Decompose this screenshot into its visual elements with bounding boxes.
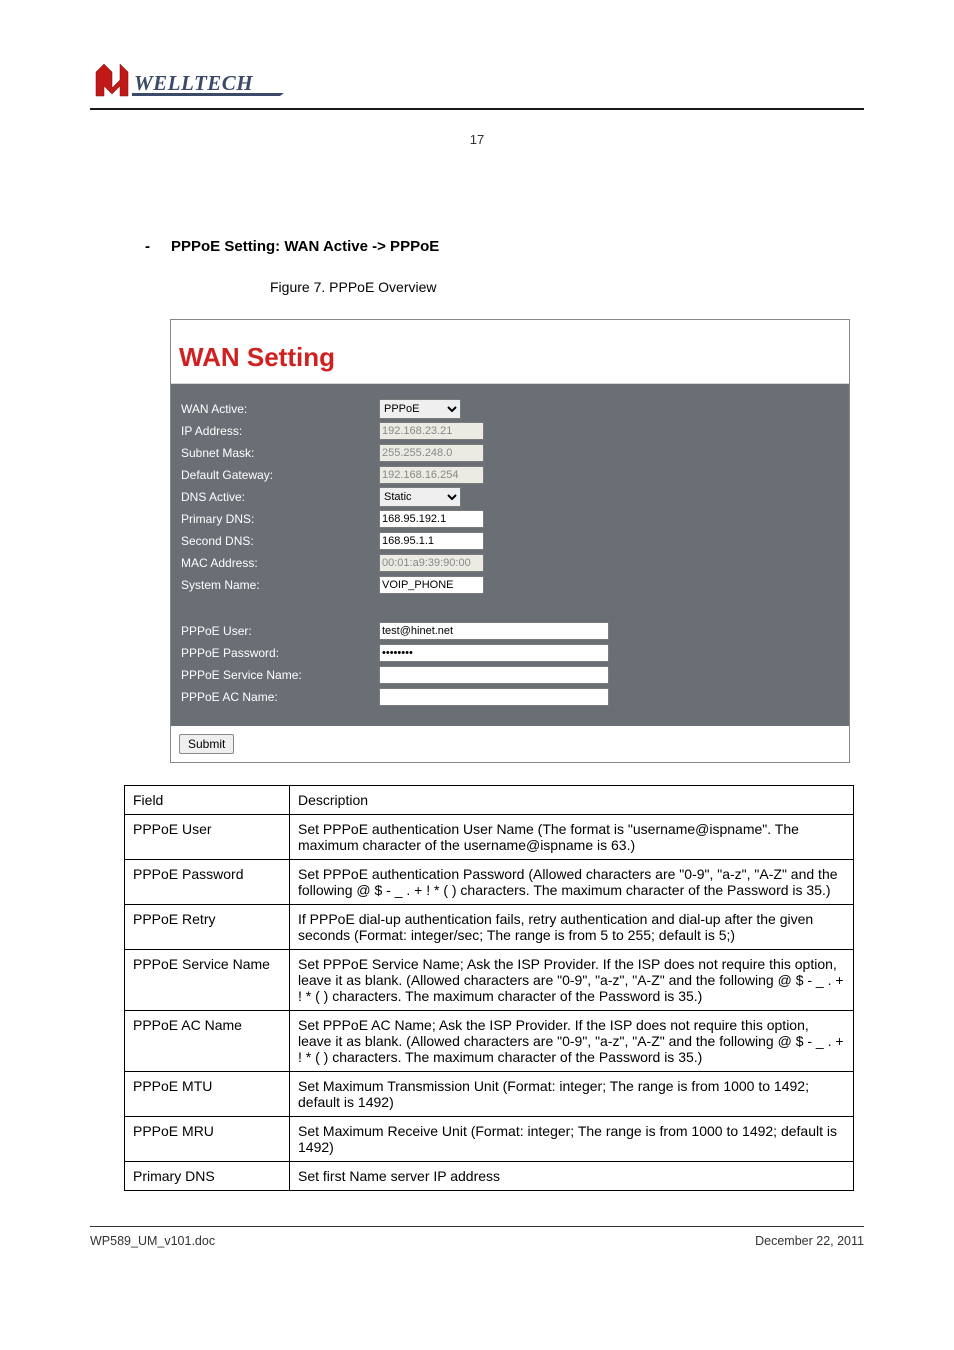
- form-row: IP Address:: [179, 420, 841, 442]
- field-description-table: Field Description PPPoE UserSet PPPoE au…: [124, 785, 854, 1191]
- field-desc-cell: Set Maximum Receive Unit (Format: intege…: [290, 1117, 854, 1162]
- field-desc-cell: If PPPoE dial-up authentication fails, r…: [290, 905, 854, 950]
- form-label: PPPoE Password:: [179, 646, 379, 660]
- form-input[interactable]: [379, 622, 609, 640]
- form-row: WAN Active:PPPoE: [179, 398, 841, 420]
- form-gap: [179, 596, 841, 620]
- field-name-cell: PPPoE AC Name: [125, 1011, 290, 1072]
- form-input[interactable]: [379, 510, 484, 528]
- field-name-cell: PPPoE Retry: [125, 905, 290, 950]
- field-name-cell: PPPoE Service Name: [125, 950, 290, 1011]
- page-footer: WP589_UM_v101.doc December 22, 2011: [90, 1234, 864, 1248]
- wan-setting-screenshot: WAN Setting WAN Active:PPPoEIP Address:S…: [170, 319, 850, 763]
- form-label: MAC Address:: [179, 556, 379, 570]
- table-row: Primary DNSSet first Name server IP addr…: [125, 1162, 854, 1191]
- form-label: Subnet Mask:: [179, 446, 379, 460]
- form-row: Primary DNS:: [179, 508, 841, 530]
- submit-button[interactable]: Submit: [179, 734, 234, 754]
- form-input[interactable]: [379, 576, 484, 594]
- page-number: 17: [0, 132, 954, 147]
- form-label: IP Address:: [179, 424, 379, 438]
- field-name-cell: PPPoE MRU: [125, 1117, 290, 1162]
- form-input[interactable]: [379, 532, 484, 550]
- footer-left: WP589_UM_v101.doc: [90, 1234, 215, 1248]
- table-row: PPPoE MRUSet Maximum Receive Unit (Forma…: [125, 1117, 854, 1162]
- table-row: PPPoE UserSet PPPoE authentication User …: [125, 815, 854, 860]
- form-input: [379, 444, 484, 462]
- form-password[interactable]: [379, 644, 609, 662]
- screenshot-heading: WAN Setting: [171, 320, 849, 384]
- form-input[interactable]: [379, 688, 609, 706]
- table-row: PPPoE RetryIf PPPoE dial-up authenticati…: [125, 905, 854, 950]
- svg-text:WELLTECH: WELLTECH: [134, 71, 253, 95]
- footer-rule: [90, 1226, 864, 1227]
- form-select[interactable]: Static: [379, 487, 461, 507]
- table-row: PPPoE Service NameSet PPPoE Service Name…: [125, 950, 854, 1011]
- section-heading: - PPPoE Setting: WAN Active -> PPPoE: [145, 238, 864, 255]
- form-label: WAN Active:: [179, 402, 379, 416]
- section-dash: -: [145, 238, 153, 255]
- submit-bar: Submit: [171, 726, 849, 762]
- table-row: PPPoE AC NameSet PPPoE AC Name; Ask the …: [125, 1011, 854, 1072]
- form-input[interactable]: [379, 666, 609, 684]
- table-row: PPPoE MTUSet Maximum Transmission Unit (…: [125, 1072, 854, 1117]
- field-name-cell: PPPoE Password: [125, 860, 290, 905]
- form-input: [379, 554, 484, 572]
- form-label: Second DNS:: [179, 534, 379, 548]
- form-row: DNS Active:Static: [179, 486, 841, 508]
- form-label: System Name:: [179, 578, 379, 592]
- form-label: Primary DNS:: [179, 512, 379, 526]
- field-name-cell: PPPoE MTU: [125, 1072, 290, 1117]
- form-row: PPPoE User:: [179, 620, 841, 642]
- field-desc-cell: Set PPPoE authentication Password (Allow…: [290, 860, 854, 905]
- field-desc-cell: Set PPPoE AC Name; Ask the ISP Provider.…: [290, 1011, 854, 1072]
- form-label: PPPoE AC Name:: [179, 690, 379, 704]
- field-name-cell: Primary DNS: [125, 1162, 290, 1191]
- screenshot-form: WAN Active:PPPoEIP Address:Subnet Mask:D…: [171, 384, 849, 726]
- form-row: PPPoE AC Name:: [179, 686, 841, 708]
- form-row: Subnet Mask:: [179, 442, 841, 464]
- header-rule: [90, 108, 864, 110]
- form-row: PPPoE Password:: [179, 642, 841, 664]
- field-desc-cell: Set PPPoE authentication User Name (The …: [290, 815, 854, 860]
- table-row: PPPoE PasswordSet PPPoE authentication P…: [125, 860, 854, 905]
- table-header-description: Description: [290, 786, 854, 815]
- form-label: PPPoE User:: [179, 624, 379, 638]
- form-label: Default Gateway:: [179, 468, 379, 482]
- form-label: DNS Active:: [179, 490, 379, 504]
- form-input: [379, 466, 484, 484]
- form-row: Default Gateway:: [179, 464, 841, 486]
- field-name-cell: PPPoE User: [125, 815, 290, 860]
- form-row: PPPoE Service Name:: [179, 664, 841, 686]
- footer-right: December 22, 2011: [755, 1234, 864, 1248]
- logo: WELLTECH: [90, 58, 290, 102]
- form-label: PPPoE Service Name:: [179, 668, 379, 682]
- field-desc-cell: Set first Name server IP address: [290, 1162, 854, 1191]
- form-input: [379, 422, 484, 440]
- form-select[interactable]: PPPoE: [379, 399, 461, 419]
- section-title: PPPoE Setting: WAN Active -> PPPoE: [171, 238, 439, 255]
- form-row: Second DNS:: [179, 530, 841, 552]
- table-header-field: Field: [125, 786, 290, 815]
- figure-caption: Figure 7. PPPoE Overview: [270, 279, 864, 295]
- wan-setting-title: WAN Setting: [179, 342, 841, 373]
- form-row: MAC Address:: [179, 552, 841, 574]
- field-desc-cell: Set PPPoE Service Name; Ask the ISP Prov…: [290, 950, 854, 1011]
- form-row: System Name:: [179, 574, 841, 596]
- field-desc-cell: Set Maximum Transmission Unit (Format: i…: [290, 1072, 854, 1117]
